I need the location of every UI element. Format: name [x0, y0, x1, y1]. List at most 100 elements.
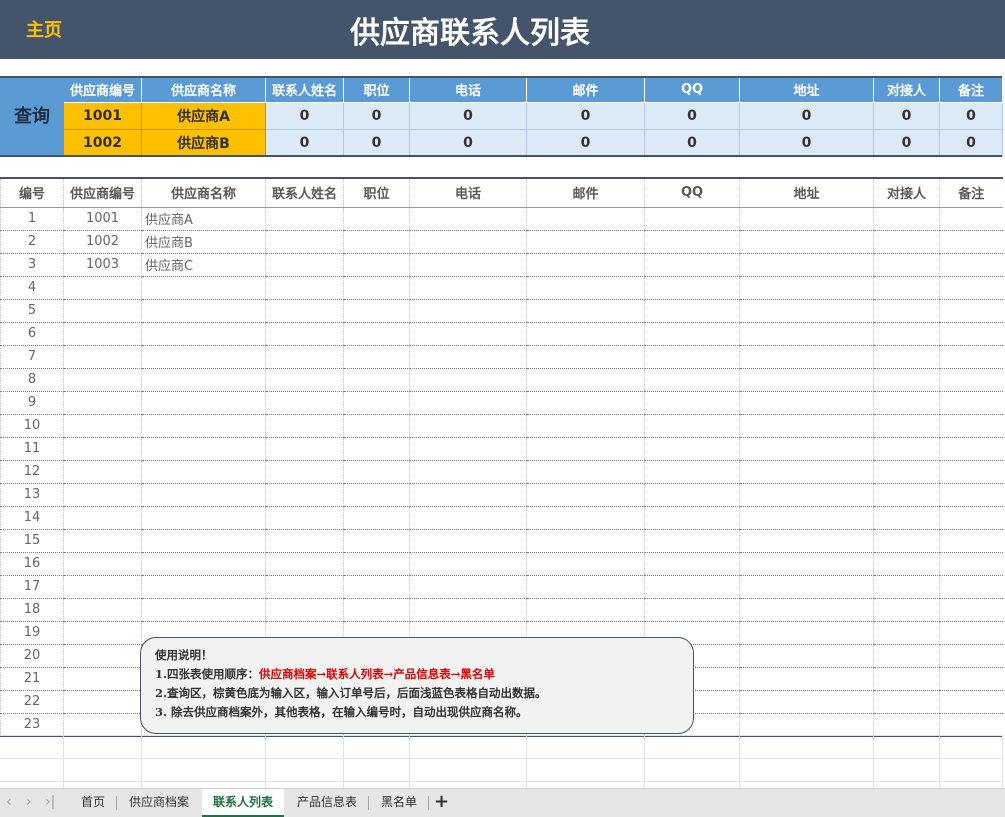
table-cell[interactable]	[343, 391, 410, 415]
row-number-cell[interactable]: 7	[0, 345, 64, 369]
table-cell[interactable]	[873, 437, 940, 461]
query-value-cell[interactable]: 0	[739, 102, 874, 130]
table-cell[interactable]	[343, 506, 410, 530]
supplier-code-cell[interactable]	[63, 391, 142, 415]
query-value-cell[interactable]: 0	[343, 102, 410, 130]
query-value-cell[interactable]: 0	[409, 129, 527, 157]
table-cell[interactable]	[939, 598, 1003, 622]
table-cell[interactable]	[526, 483, 645, 507]
row-number-cell[interactable]: 1	[0, 207, 64, 231]
scroll-prev-sheet-icon[interactable]: ›	[26, 794, 32, 810]
supplier-code-cell[interactable]	[63, 437, 142, 461]
table-cell[interactable]	[526, 345, 645, 369]
table-cell[interactable]	[739, 299, 874, 323]
table-cell[interactable]	[409, 575, 527, 599]
table-cell[interactable]	[939, 460, 1003, 484]
query-value-cell[interactable]: 0	[409, 102, 527, 130]
table-cell[interactable]	[409, 529, 527, 553]
supplier-code-cell[interactable]	[63, 506, 142, 530]
row-number-cell[interactable]: 21	[0, 667, 64, 691]
row-number-cell[interactable]: 8	[0, 368, 64, 392]
row-number-cell[interactable]: 9	[0, 391, 64, 415]
table-cell[interactable]	[873, 598, 940, 622]
table-cell[interactable]	[526, 460, 645, 484]
table-cell[interactable]	[644, 437, 740, 461]
table-cell[interactable]	[265, 368, 344, 392]
table-cell[interactable]	[739, 437, 874, 461]
table-cell[interactable]	[939, 345, 1003, 369]
row-number-cell[interactable]: 5	[0, 299, 64, 323]
table-cell[interactable]	[265, 299, 344, 323]
table-cell[interactable]	[343, 483, 410, 507]
query-value-cell[interactable]: 0	[644, 129, 740, 157]
supplier-name-cell[interactable]	[141, 437, 266, 461]
supplier-code-cell[interactable]: 1003	[63, 253, 142, 277]
table-cell[interactable]	[644, 322, 740, 346]
table-cell[interactable]	[644, 506, 740, 530]
query-name-cell[interactable]: 供应商B	[141, 129, 266, 157]
supplier-code-cell[interactable]	[63, 414, 142, 438]
table-cell[interactable]	[409, 598, 527, 622]
table-cell[interactable]	[939, 391, 1003, 415]
table-cell[interactable]	[409, 414, 527, 438]
table-cell[interactable]	[939, 276, 1003, 300]
scroll-first-sheet-icon[interactable]: ‹	[6, 794, 12, 810]
table-cell[interactable]	[409, 552, 527, 576]
table-cell[interactable]	[343, 552, 410, 576]
query-code-input[interactable]: 1002	[63, 129, 142, 157]
row-number-cell[interactable]: 23	[0, 713, 64, 737]
supplier-code-cell[interactable]	[63, 299, 142, 323]
table-cell[interactable]	[739, 276, 874, 300]
table-cell[interactable]	[939, 667, 1003, 691]
table-cell[interactable]	[343, 529, 410, 553]
query-code-input[interactable]: 1001	[63, 102, 142, 130]
table-cell[interactable]	[873, 460, 940, 484]
table-cell[interactable]	[644, 414, 740, 438]
table-cell[interactable]	[409, 253, 527, 277]
query-value-cell[interactable]: 0	[265, 129, 344, 157]
table-cell[interactable]	[409, 299, 527, 323]
supplier-name-cell[interactable]	[141, 552, 266, 576]
supplier-code-cell[interactable]: 1001	[63, 207, 142, 231]
query-value-cell[interactable]: 0	[873, 102, 940, 130]
table-cell[interactable]	[644, 207, 740, 231]
row-number-cell[interactable]: 20	[0, 644, 64, 668]
table-cell[interactable]	[939, 207, 1003, 231]
query-name-cell[interactable]: 供应商A	[141, 102, 266, 130]
supplier-name-cell[interactable]	[141, 391, 266, 415]
table-cell[interactable]	[343, 598, 410, 622]
table-cell[interactable]	[644, 253, 740, 277]
row-number-cell[interactable]: 4	[0, 276, 64, 300]
table-cell[interactable]	[939, 713, 1003, 737]
table-cell[interactable]	[644, 230, 740, 254]
table-cell[interactable]	[873, 690, 940, 714]
supplier-code-cell[interactable]	[63, 713, 142, 737]
supplier-code-cell[interactable]: 1002	[63, 230, 142, 254]
table-cell[interactable]	[939, 299, 1003, 323]
table-cell[interactable]	[939, 414, 1003, 438]
table-cell[interactable]	[939, 529, 1003, 553]
row-number-cell[interactable]: 13	[0, 483, 64, 507]
table-cell[interactable]	[939, 506, 1003, 530]
table-cell[interactable]	[739, 345, 874, 369]
table-cell[interactable]	[265, 207, 344, 231]
table-cell[interactable]	[526, 529, 645, 553]
table-cell[interactable]	[739, 506, 874, 530]
table-cell[interactable]	[265, 230, 344, 254]
table-cell[interactable]	[739, 575, 874, 599]
supplier-name-cell[interactable]	[141, 506, 266, 530]
table-cell[interactable]	[526, 207, 645, 231]
table-cell[interactable]	[343, 207, 410, 231]
table-cell[interactable]	[939, 644, 1003, 668]
query-value-cell[interactable]: 0	[644, 102, 740, 130]
table-cell[interactable]	[873, 276, 940, 300]
table-cell[interactable]	[873, 345, 940, 369]
table-cell[interactable]	[939, 230, 1003, 254]
table-cell[interactable]	[409, 483, 527, 507]
supplier-name-cell[interactable]: 供应商A	[141, 207, 266, 231]
supplier-code-cell[interactable]	[63, 644, 142, 668]
table-cell[interactable]	[526, 506, 645, 530]
table-cell[interactable]	[873, 299, 940, 323]
table-cell[interactable]	[739, 713, 874, 737]
supplier-code-cell[interactable]	[63, 552, 142, 576]
